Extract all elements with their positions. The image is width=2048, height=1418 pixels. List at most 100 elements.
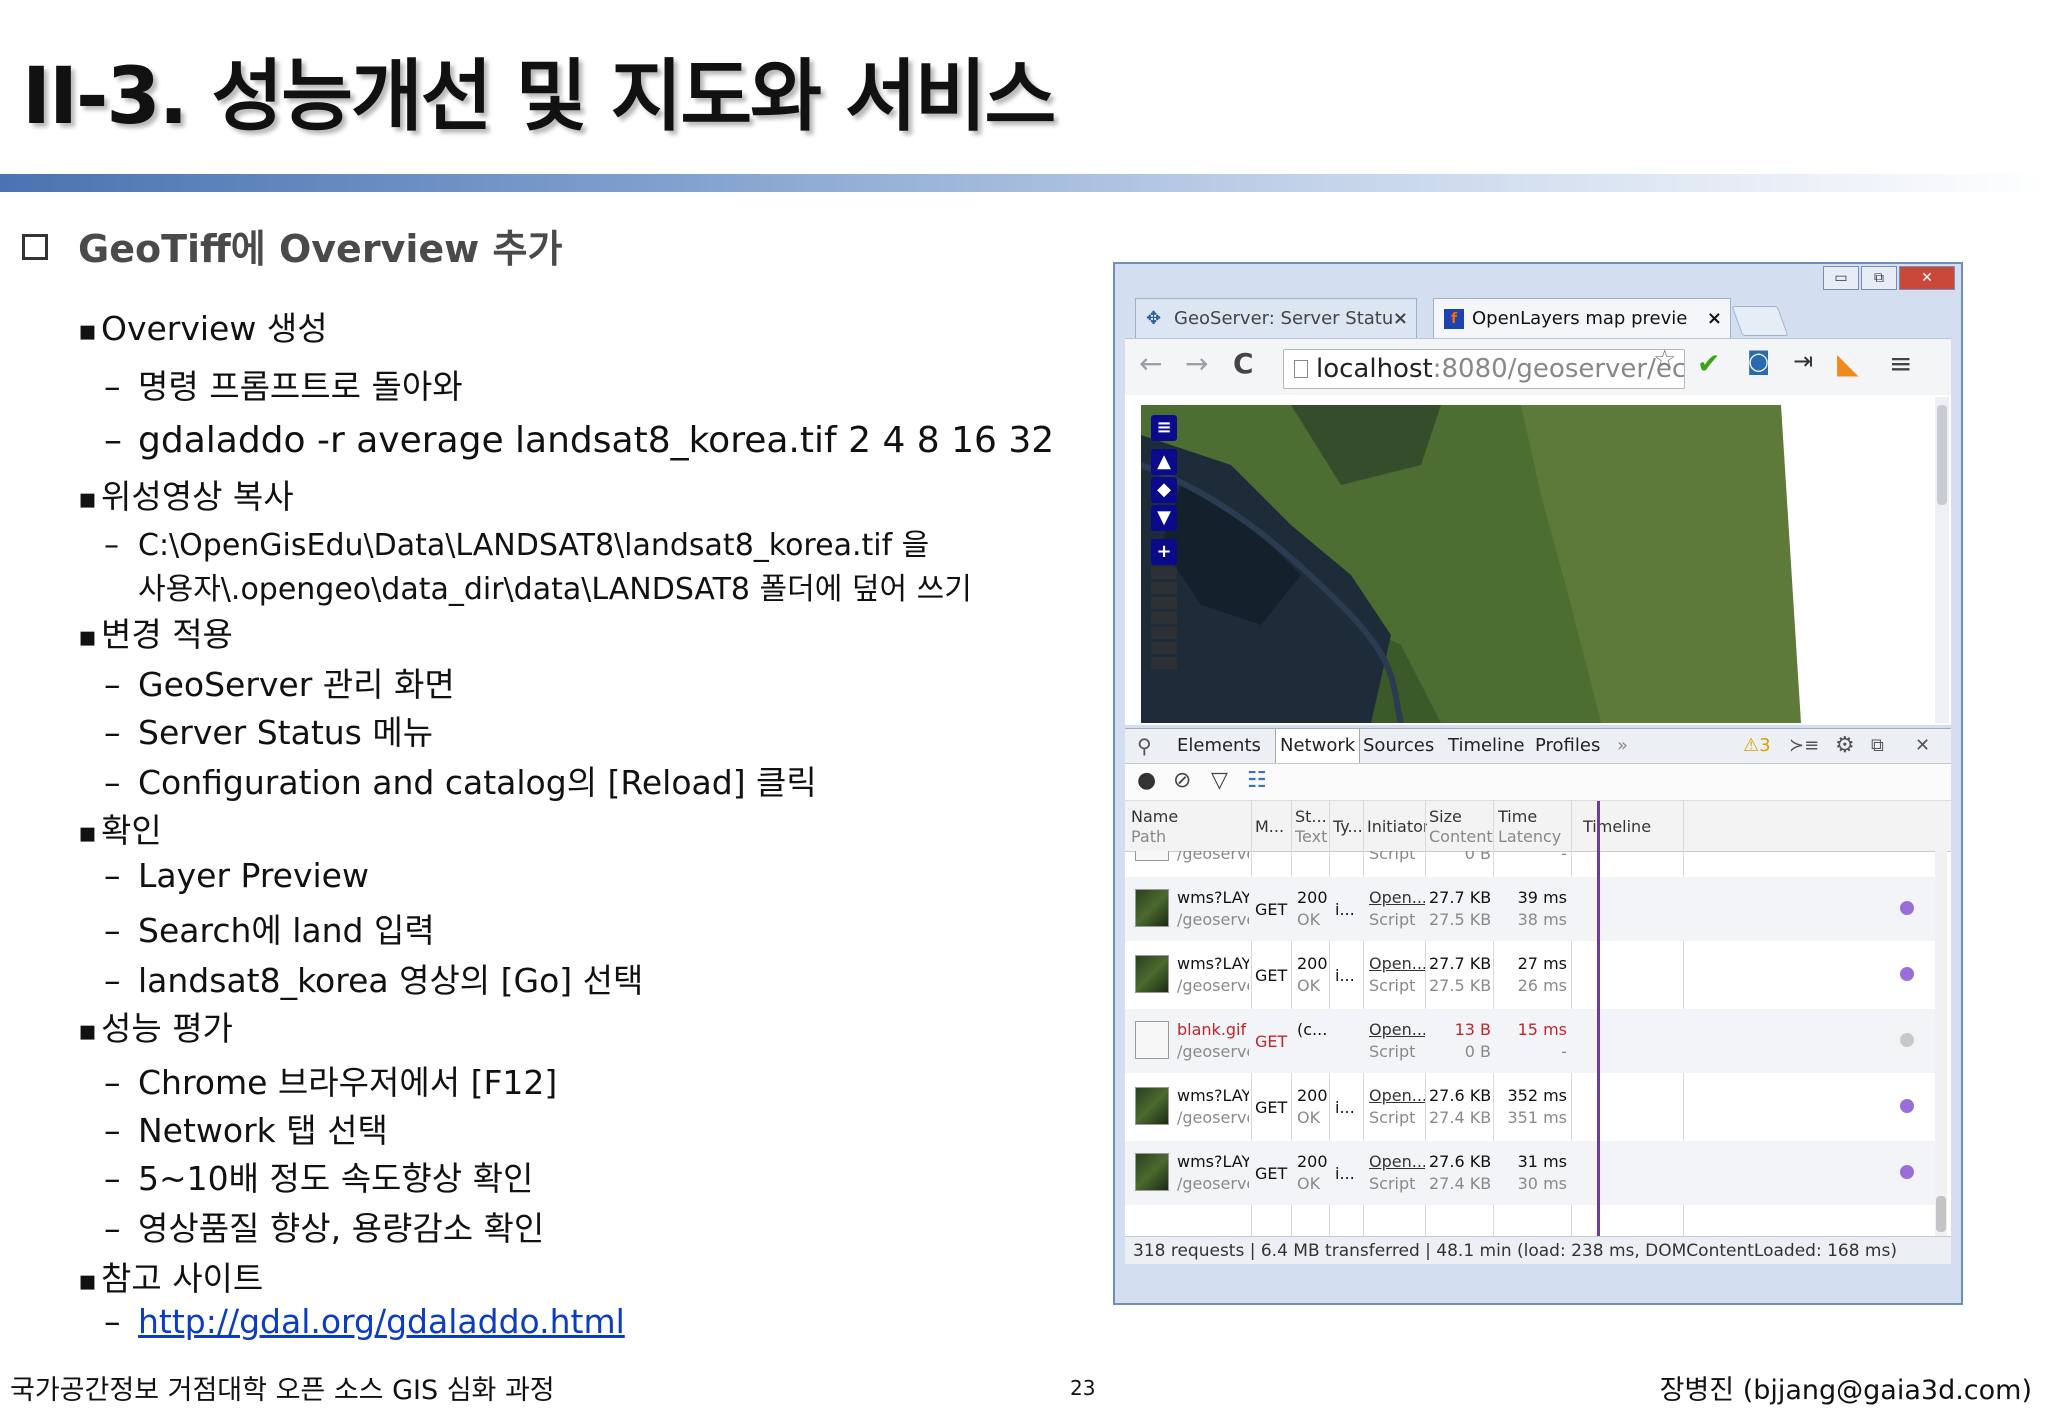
page-scrollbar[interactable]: [1935, 397, 1949, 723]
dash-bullet-icon: –: [104, 1111, 121, 1150]
initiator-cell[interactable]: Open...Script: [1369, 1019, 1425, 1063]
tab-network[interactable]: Network: [1275, 729, 1361, 763]
dash-bullet-icon: –: [104, 665, 121, 704]
col-status[interactable]: St... Text: [1295, 807, 1331, 847]
tab-sources[interactable]: Sources: [1363, 729, 1434, 763]
forward-arrow-icon[interactable]: →: [1185, 347, 1208, 380]
section-heading: GeoTiff에 Overview 추가: [22, 218, 562, 273]
initiator-cell[interactable]: Open...Script: [1369, 953, 1425, 997]
bullet-text: Server Status 메뉴: [138, 713, 434, 752]
status-cell: (c...: [1297, 1020, 1328, 1039]
zoom-bar-step[interactable]: [1151, 567, 1177, 579]
request-name-cell[interactable]: blank.gif/geoserver/: [1177, 1019, 1249, 1063]
type-cell: i...: [1335, 900, 1355, 919]
rss-feed-icon[interactable]: ◣: [1837, 347, 1859, 380]
tab-close-icon[interactable]: ×: [1707, 299, 1722, 338]
resource-thumbnail: [1135, 1153, 1169, 1191]
sub-bullet-item: – http://gdal.org/gdaladdo.html: [104, 1302, 625, 1341]
zoom-bar-step[interactable]: [1151, 582, 1177, 594]
bullet-text-continuation: 사용자\.opengeo\data_dir\data\LANDSAT8 폴더에 …: [138, 572, 972, 607]
bullet-text: 성능 평가: [100, 1009, 233, 1048]
bookmark-star-icon[interactable]: ☆: [1653, 345, 1676, 375]
request-name-cell[interactable]: wms?LAY.../geoserver/: [1177, 1085, 1249, 1129]
settings-gear-icon[interactable]: ⚙: [1835, 729, 1855, 763]
network-request-row[interactable]: wms?LAY.../geoserver/GET 200OK i... Open...…: [1125, 1075, 1937, 1139]
large-rows-icon[interactable]: ☷: [1247, 768, 1267, 793]
network-request-row[interactable]: wms?LAY.../geoserver/GET 200OK i... Open...…: [1125, 943, 1937, 1007]
tab-timeline[interactable]: Timeline: [1448, 729, 1525, 763]
col-initiator[interactable]: Initiator: [1367, 817, 1427, 837]
timeline-bar-dot: [1900, 1099, 1914, 1113]
zoom-bar-step[interactable]: [1151, 612, 1177, 624]
restore-button[interactable]: ⧉: [1861, 266, 1897, 290]
pan-left-right-icon[interactable]: ◆: [1151, 477, 1177, 503]
tab-label: GeoServer: Server Statu: [1174, 308, 1394, 329]
zoom-bar-step[interactable]: [1151, 657, 1177, 669]
dock-icon[interactable]: ⧉: [1871, 729, 1884, 763]
search-icon[interactable]: ⚲: [1137, 729, 1152, 763]
col-size[interactable]: Size Content: [1429, 807, 1495, 847]
minimize-button[interactable]: ▭: [1823, 266, 1859, 290]
zoom-bar-step[interactable]: [1151, 627, 1177, 639]
bullet-text: 참고 사이트: [100, 1259, 264, 1298]
network-scrollbar[interactable]: [1935, 851, 1947, 1236]
layer-switcher-icon[interactable]: ≡: [1151, 415, 1177, 441]
network-request-row[interactable]: blank.gif/geoserver/GET(c...Open...Scrip…: [1125, 851, 1937, 875]
address-host: localhost: [1316, 354, 1433, 384]
sub-bullet-item: – C:\OpenGisEdu\Data\LANDSAT8\landsat8_ko…: [104, 520, 972, 608]
sub-bullet-item: – Layer Preview: [104, 856, 369, 895]
more-tabs-icon[interactable]: »: [1617, 729, 1628, 763]
tab-profiles[interactable]: Profiles: [1535, 729, 1600, 763]
address-bar[interactable]: localhost:8080/geoserver/ec: [1283, 349, 1685, 389]
col-method[interactable]: M...: [1255, 817, 1291, 837]
warning-count-badge[interactable]: ⚠3: [1743, 729, 1771, 763]
close-window-button[interactable]: ✕: [1899, 266, 1955, 290]
filter-icon[interactable]: ▽: [1211, 768, 1228, 793]
openlayers-favicon-icon: f: [1444, 309, 1464, 329]
resource-thumbnail: [1135, 889, 1169, 927]
request-name-cell[interactable]: blank.gif/geoserver/: [1177, 851, 1249, 865]
col-time[interactable]: Time Latency: [1498, 807, 1564, 847]
initiator-cell[interactable]: Open...Script: [1369, 887, 1425, 931]
initiator-cell[interactable]: Open...Script: [1369, 851, 1425, 865]
zoom-in-icon[interactable]: +: [1151, 539, 1177, 565]
sub-bullet-item: – 명령 프롬프트로 돌아와: [104, 360, 463, 408]
tab-openlayers-preview[interactable]: f OpenLayers map previe ×: [1433, 298, 1731, 338]
reload-icon[interactable]: C: [1233, 347, 1254, 380]
new-tab-button[interactable]: [1731, 306, 1789, 336]
ie-tab-extension-icon[interactable]: ◙: [1747, 347, 1770, 375]
request-name-cell[interactable]: wms?LAY.../geoserver/: [1177, 887, 1249, 931]
request-name-cell[interactable]: wms?LAY.../geoserver/: [1177, 953, 1249, 997]
network-request-row[interactable]: blank.gif/geoserver/GET(c...Open...Scrip…: [1125, 1009, 1937, 1073]
request-name-cell[interactable]: wms?LAY.../geoserver/: [1177, 1151, 1249, 1195]
pan-down-icon[interactable]: ▼: [1151, 505, 1177, 531]
send-to-device-icon[interactable]: ⇥: [1793, 347, 1813, 375]
bullet-item: 성능 평가: [78, 1002, 233, 1050]
devtools-panel: ⚲ Elements Network Sources Timeline Prof…: [1125, 728, 1951, 1264]
zoom-bar-step[interactable]: [1151, 642, 1177, 654]
tab-close-icon[interactable]: ×: [1393, 299, 1408, 338]
record-icon[interactable]: ●: [1137, 768, 1156, 793]
network-request-row[interactable]: wms?LAY.../geoserver/GET 200OK i... Open...…: [1125, 1141, 1937, 1205]
initiator-cell[interactable]: Open...Script: [1369, 1151, 1425, 1195]
reference-link[interactable]: http://gdal.org/gdaladdo.html: [138, 1302, 625, 1341]
menu-hamburger-icon[interactable]: ≡: [1889, 347, 1912, 380]
back-arrow-icon[interactable]: ←: [1139, 347, 1162, 380]
clear-icon[interactable]: ⊘: [1173, 768, 1191, 793]
map-canvas[interactable]: ≡ ▲ ◆ ▼ +: [1141, 405, 1831, 723]
time-cell: 39 ms 38 ms: [1517, 888, 1567, 929]
initiator-cell[interactable]: Open...Script: [1369, 1085, 1425, 1129]
resource-thumbnail: [1135, 1087, 1169, 1125]
tab-elements[interactable]: Elements: [1177, 729, 1261, 763]
tab-geoserver-status[interactable]: ✥ GeoServer: Server Statu ×: [1135, 298, 1417, 338]
network-request-row[interactable]: wms?LAY.../geoserver/GET 200OK i... Open...…: [1125, 877, 1937, 941]
console-drawer-icon[interactable]: ≻≡: [1789, 729, 1819, 763]
size-cell: 27.7 KB 27.5 KB: [1429, 954, 1491, 995]
close-devtools-icon[interactable]: ✕: [1915, 729, 1930, 763]
page-viewport: ≡ ▲ ◆ ▼ +: [1125, 395, 1951, 725]
col-type[interactable]: Ty...: [1333, 817, 1367, 837]
col-name[interactable]: Name Path: [1131, 807, 1241, 847]
zoom-bar-step[interactable]: [1151, 597, 1177, 609]
pan-up-icon[interactable]: ▲: [1151, 449, 1177, 475]
checkmark-extension-icon[interactable]: ✔: [1697, 347, 1720, 380]
